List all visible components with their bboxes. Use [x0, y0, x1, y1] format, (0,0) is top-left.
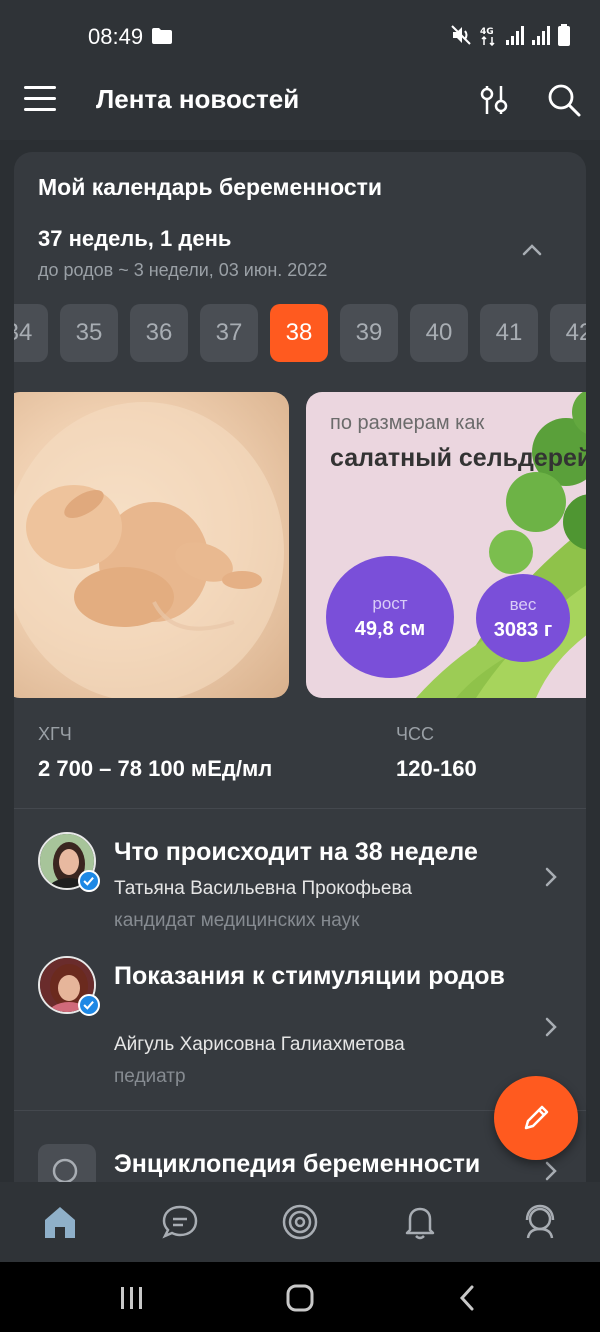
network-4g-icon: 4G — [480, 27, 495, 46]
height-label: рост — [372, 593, 408, 613]
nav-goals[interactable] — [278, 1200, 322, 1244]
compose-button[interactable] — [494, 1076, 578, 1160]
chevron-up-icon[interactable] — [518, 240, 546, 260]
avatar — [38, 832, 100, 892]
avatar — [38, 956, 100, 1016]
pregnancy-calendar-card: Мой календарь беременности 37 недель, 1 … — [14, 152, 586, 1182]
verified-icon — [78, 870, 100, 892]
menu-icon[interactable] — [24, 84, 58, 114]
search-icon[interactable] — [544, 80, 584, 120]
chevron-right-icon — [545, 1017, 557, 1037]
article-title: Энциклопедия беременности — [114, 1150, 481, 1178]
week-chip[interactable]: 35 — [60, 304, 118, 362]
article-item[interactable]: Что происходит на 38 неделе Татьяна Васи… — [14, 808, 586, 948]
article-author: Айгуль Харисовна Галиахметова — [114, 1034, 405, 1055]
hcg-value: 2 700 – 78 100 мЕд/мл — [38, 756, 273, 781]
verified-icon — [78, 994, 100, 1016]
page-title: Лента новостей — [96, 84, 300, 114]
home-icon — [45, 1207, 75, 1238]
size-caption: по размерам как — [330, 412, 485, 434]
heart-rate-label: ЧСС — [396, 724, 434, 744]
chevron-right-icon — [545, 867, 557, 887]
week-selector: 34 35 36 37 38 39 40 41 42 — [14, 304, 586, 362]
article-item[interactable]: Показания к стимуляции родов Айгуль Хари… — [14, 948, 586, 1110]
signal-icon — [532, 26, 550, 45]
due-date-text: до родов ~ 3 недели, 03 июн. 2022 — [38, 260, 328, 280]
weight-badge: вес 3083 г — [476, 574, 570, 662]
chevron-right-icon — [545, 1161, 557, 1181]
week-chip[interactable]: 34 — [14, 304, 48, 362]
week-chip[interactable]: 37 — [200, 304, 258, 362]
status-time: 08:49 — [88, 24, 144, 49]
weight-label: вес — [509, 594, 537, 614]
home-system-icon[interactable] — [280, 1284, 320, 1312]
svg-text:4G: 4G — [480, 27, 494, 37]
nav-support[interactable] — [518, 1200, 562, 1244]
mute-icon — [451, 25, 471, 45]
article-author-role: педиатр — [114, 1066, 186, 1087]
article-title: Что происходит на 38 неделе — [114, 838, 478, 866]
support-icon — [525, 1204, 555, 1239]
week-chip[interactable]: 41 — [480, 304, 538, 362]
week-chip-active[interactable]: 38 — [270, 304, 328, 362]
pencil-icon — [524, 1105, 549, 1130]
signal-icon — [506, 26, 524, 45]
encyclopedia-icon — [38, 1144, 96, 1182]
week-chip[interactable]: 36 — [130, 304, 188, 362]
status-indicators: 4G — [450, 24, 570, 46]
heart-rate-value: 120-160 — [396, 756, 477, 781]
card-title: Мой календарь беременности — [38, 174, 383, 200]
target-icon — [282, 1204, 318, 1240]
bottom-navigation — [0, 1182, 600, 1262]
size-name: салатный сельдерей — [330, 444, 586, 472]
status-bar: 08:49 4G — [0, 0, 600, 70]
back-icon[interactable] — [448, 1284, 488, 1312]
fetus-illustration — [14, 402, 284, 698]
nav-chats[interactable] — [158, 1200, 202, 1244]
weight-value: 3083 г — [493, 618, 553, 641]
folder-icon — [152, 28, 172, 44]
filter-icon[interactable] — [474, 80, 514, 120]
article-author-role: кандидат медицинских наук — [114, 910, 360, 931]
system-navigation — [0, 1262, 600, 1332]
nav-notifications[interactable] — [398, 1200, 442, 1244]
app-bar: Лента новостей — [0, 70, 600, 140]
height-value: 49,8 см — [354, 617, 426, 640]
article-title: Показания к стимуляции родов — [114, 962, 505, 990]
pregnancy-duration: 37 недель, 1 день — [38, 226, 232, 251]
chat-icon — [162, 1205, 198, 1239]
recents-icon[interactable] — [112, 1284, 152, 1312]
article-author: Татьяна Васильевна Прокофьева — [114, 878, 412, 899]
week-chip[interactable]: 42 — [550, 304, 586, 362]
week-chip[interactable]: 39 — [340, 304, 398, 362]
nav-home[interactable] — [38, 1200, 82, 1244]
size-comparison-card[interactable]: по размерам как салатный сельдерей рост … — [306, 392, 586, 698]
hcg-label: ХГЧ — [38, 724, 72, 744]
battery-icon — [558, 24, 570, 46]
bell-icon — [405, 1207, 435, 1240]
week-chip[interactable]: 40 — [410, 304, 468, 362]
height-badge: рост 49,8 см — [326, 556, 454, 678]
fetus-image[interactable] — [14, 392, 289, 698]
